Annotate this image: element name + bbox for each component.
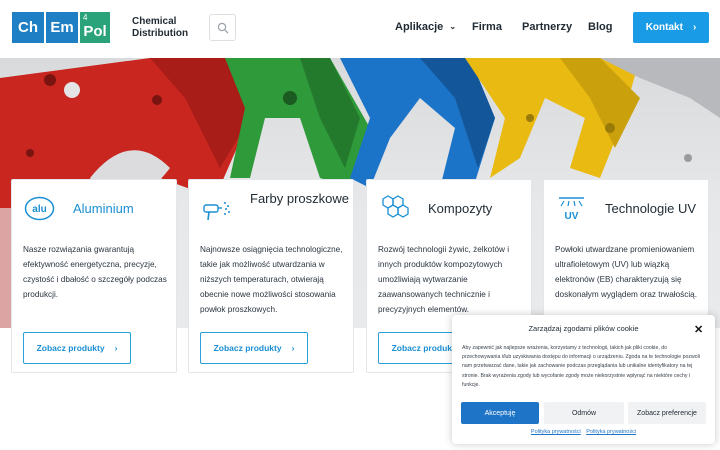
chevron-right-icon: ›: [692, 22, 697, 33]
brand-name: Chemical Distribution: [132, 16, 189, 39]
card-title: Kompozyty: [428, 201, 493, 216]
card-description: Najnowsze osiągnięcia technologiczne, ta…: [200, 245, 343, 314]
cookie-text: Aby zapewnić jak najlepsze wrażenia, kor…: [462, 345, 700, 388]
card-powder-coatings: Farby proszkowe Najnowsze osiągnięcia te…: [188, 179, 354, 373]
cookie-links: Polityka prywatności Polityka prywatnośc…: [452, 429, 715, 435]
site-header: Ch Em 4 Pol Chemical Distribution Aplika…: [0, 0, 720, 58]
svg-text:alu: alu: [32, 204, 46, 215]
nav-blog[interactable]: Blog: [588, 21, 612, 33]
privacy-policy-link[interactable]: Polityka prywatności: [531, 429, 581, 435]
logo-cell-ch: Ch: [11, 11, 45, 44]
view-preferences-button[interactable]: Zobacz preferencje: [628, 402, 706, 424]
card-description: Rozwój technologii żywic, żelkotów i inn…: [378, 245, 510, 314]
search-button[interactable]: [209, 14, 236, 41]
cookie-title: Zarządzaj zgodami plików cookie: [528, 324, 639, 333]
uv-lamp-icon: UV: [555, 192, 588, 225]
view-products-button[interactable]: Zobacz produkty ›: [23, 332, 131, 364]
privacy-policy-link[interactable]: Polityka prywatności: [586, 429, 636, 435]
card-aluminium: alu Aluminium Nasze rozwiązania gwarantu…: [11, 179, 177, 373]
svg-text:UV: UV: [565, 211, 579, 222]
chevron-right-icon: ›: [291, 343, 295, 353]
spray-gun-icon: [200, 192, 233, 225]
card-description: Powłoki utwardzane promieniowaniem ultra…: [555, 245, 697, 299]
search-icon: [217, 22, 228, 33]
view-products-button[interactable]: Zobacz produkty ›: [200, 332, 308, 364]
nav-applications[interactable]: Aplikacje ⌄: [395, 21, 456, 33]
logo-cell-em: Em: [45, 11, 79, 44]
deny-cookies-button[interactable]: Odmów: [544, 402, 624, 424]
chevron-right-icon: ›: [114, 343, 118, 353]
cookie-consent-dialog: Zarządzaj zgodami plików cookie ✕ Aby za…: [452, 315, 715, 444]
hexagon-molecule-icon: [378, 192, 411, 225]
aluminium-badge-icon: alu: [23, 192, 56, 225]
nav-partners[interactable]: Partnerzy: [522, 21, 572, 33]
chevron-down-icon: ⌄: [449, 22, 457, 31]
accept-cookies-button[interactable]: Akceptuję: [461, 402, 539, 424]
close-icon[interactable]: ✕: [694, 323, 703, 336]
chem4pol-logo[interactable]: Ch Em 4 Pol: [11, 11, 111, 44]
card-title: Farby proszkowe: [250, 191, 349, 206]
nav-company[interactable]: Firma: [472, 21, 502, 33]
card-title: Aluminium: [73, 201, 134, 216]
logo-cell-pol: 4 Pol: [79, 11, 111, 44]
card-title: Technologie UV: [605, 201, 697, 216]
contact-button[interactable]: Kontakt ›: [633, 12, 709, 43]
card-description: Nasze rozwiązania gwarantują efektywność…: [23, 245, 167, 299]
